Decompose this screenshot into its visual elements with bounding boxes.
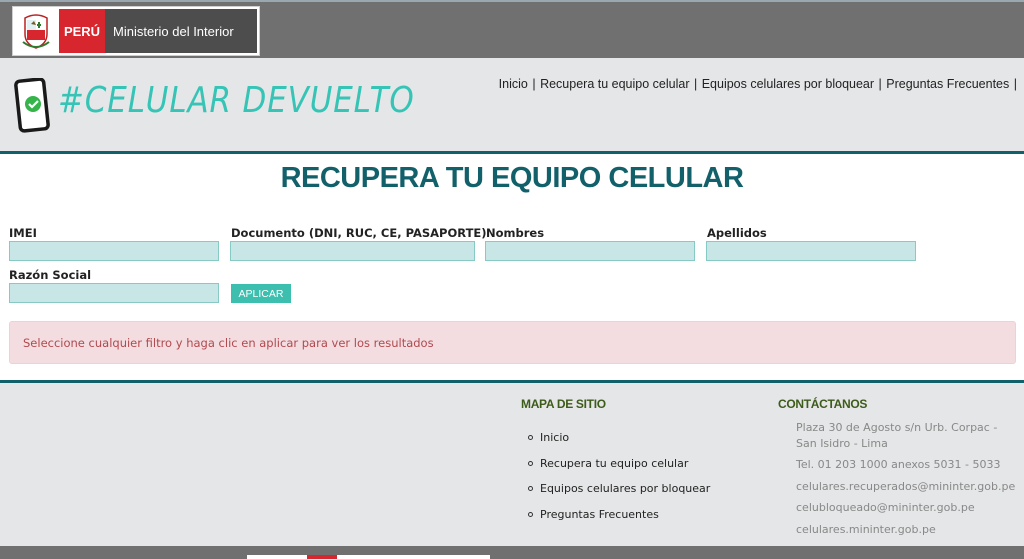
nav-recupera[interactable]: Recupera tu equipo celular: [540, 77, 689, 91]
nav-por-bloquear[interactable]: Equipos celulares por bloquear: [702, 77, 874, 91]
government-logo[interactable]: PERÚ Ministerio del Interior: [12, 6, 260, 56]
nav-separator: |: [1013, 77, 1017, 91]
site-header: #CELULAR DEVUELTO Inicio | Recupera tu e…: [0, 58, 1024, 154]
address-line-2: San Isidro - Lima: [796, 436, 888, 450]
nav-separator: |: [532, 77, 536, 91]
contact-heading: CONTÁCTANOS: [778, 397, 868, 411]
imei-label: IMEI: [9, 226, 37, 240]
phone-text: Tel. 01 203 1000 anexos 5031 - 5033: [796, 458, 1001, 471]
bottom-bar: [0, 546, 1024, 559]
brand-wordmark[interactable]: #CELULAR DEVUELTO: [58, 80, 415, 121]
info-alert: Seleccione cualquier filtro y haga clic …: [9, 321, 1016, 364]
bullet-icon: [528, 435, 533, 441]
apply-button[interactable]: APLICAR: [231, 284, 291, 303]
documento-input[interactable]: [230, 241, 475, 261]
sitemap-heading: MAPA DE SITIO: [521, 397, 606, 411]
site-footer: MAPA DE SITIO Inicio Recupera tu equipo …: [0, 380, 1024, 546]
bottom-government-logo: [247, 555, 490, 559]
nav-inicio[interactable]: Inicio: [499, 77, 528, 91]
sitemap-item[interactable]: Recupera tu equipo celular: [528, 451, 710, 477]
sitemap-link-preguntas[interactable]: Preguntas Frecuentes: [540, 508, 659, 521]
documento-label: Documento (DNI, RUC, CE, PASAPORTE): [231, 226, 487, 240]
government-bar: PERÚ Ministerio del Interior: [0, 0, 1024, 58]
bullet-icon: [528, 486, 533, 492]
razon-social-label: Razón Social: [9, 268, 92, 282]
peru-coat-of-arms-icon: [13, 7, 59, 55]
bottom-logo-red: [307, 555, 337, 559]
imei-input[interactable]: [9, 241, 219, 261]
website-link[interactable]: celulares.mininter.gob.pe: [796, 522, 1015, 538]
razon-social-input[interactable]: [9, 283, 219, 303]
phone-check-icon: [14, 77, 54, 138]
sitemap-list: Inicio Recupera tu equipo celular Equipo…: [528, 425, 710, 527]
email-recuperados-link[interactable]: celulares.recuperados@mininter.gob.pe: [796, 479, 1015, 495]
bullet-icon: [528, 512, 533, 518]
email-bloqueado-link[interactable]: celubloqueado@mininter.gob.pe: [796, 500, 1015, 516]
address-line-1: Plaza 30 de Agosto s/n Urb. Corpac -: [796, 421, 998, 434]
sitemap-link-recupera[interactable]: Recupera tu equipo celular: [540, 457, 688, 470]
peru-label: PERÚ: [59, 9, 105, 53]
nombres-label: Nombres: [486, 226, 545, 240]
sitemap-link-por-bloquear[interactable]: Equipos celulares por bloquear: [540, 482, 710, 495]
contact-info: Plaza 30 de Agosto s/n Urb. Corpac - San…: [796, 420, 1015, 537]
nav-separator: |: [693, 77, 698, 91]
sitemap-item[interactable]: Preguntas Frecuentes: [528, 502, 710, 528]
sitemap-item[interactable]: Inicio: [528, 425, 710, 451]
apellidos-input[interactable]: [706, 241, 916, 261]
apellidos-label: Apellidos: [707, 226, 767, 240]
bullet-icon: [528, 460, 533, 466]
page-title: RECUPERA TU EQUIPO CELULAR: [280, 162, 744, 194]
nombres-input[interactable]: [485, 241, 695, 261]
sitemap-link-inicio[interactable]: Inicio: [540, 431, 569, 444]
ministry-label: Ministerio del Interior: [105, 9, 257, 53]
nav-separator: |: [878, 77, 882, 91]
top-navigation: Inicio | Recupera tu equipo celular | Eq…: [499, 77, 1018, 91]
sitemap-item[interactable]: Equipos celulares por bloquear: [528, 476, 710, 502]
nav-preguntas[interactable]: Preguntas Frecuentes: [886, 77, 1009, 91]
